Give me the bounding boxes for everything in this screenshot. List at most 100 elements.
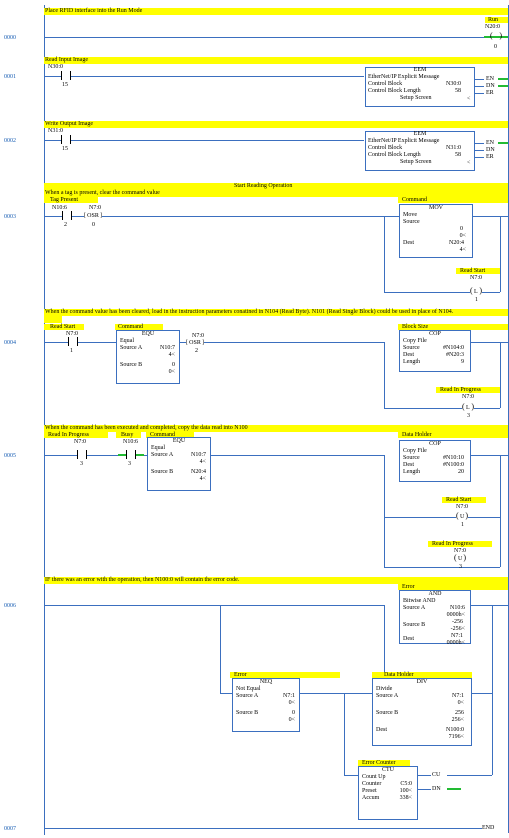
branch-wire: [344, 693, 345, 775]
wire: [384, 408, 500, 409]
eem-cbl-value: 58: [455, 152, 461, 158]
div-title: DIV: [416, 679, 428, 685]
branch-wire: [220, 605, 221, 693]
xic-contact[interactable]: [77, 450, 87, 459]
equ-sb-value: 0: [172, 362, 175, 368]
branch-wire: [492, 605, 493, 775]
contact-bit: 15: [62, 146, 68, 152]
mov-title: MOV: [428, 205, 443, 211]
div-sb-live: 256<: [451, 717, 464, 723]
eem-setup[interactable]: Setup Screen: [400, 159, 432, 165]
wire: [470, 455, 500, 456]
unlatch-coil[interactable]: U: [456, 512, 468, 521]
er-output: ER: [486, 90, 494, 96]
rung-number[interactable]: 0007: [4, 826, 16, 832]
unlatch-coil[interactable]: U: [454, 554, 466, 563]
read-start-label: Read Start: [446, 497, 472, 503]
data-holder-label: Data Holder: [402, 432, 432, 438]
wire: [474, 86, 484, 87]
xic-contact[interactable]: [62, 211, 72, 220]
eem-instruction-block[interactable]: [365, 131, 475, 171]
cop-length-value: 9: [461, 359, 464, 365]
energized-wire: [498, 78, 508, 80]
section-header: Start Reading Operation: [44, 183, 508, 190]
wire: [492, 605, 508, 606]
rung-number[interactable]: 0002: [4, 138, 16, 144]
eem-setup[interactable]: Setup Screen: [400, 95, 432, 101]
mov-name: Move: [403, 212, 417, 218]
ctu-counter-value: C5:0: [400, 781, 412, 787]
latch-coil[interactable]: L: [462, 403, 474, 412]
end-instruction[interactable]: END: [482, 825, 495, 831]
wire: [474, 143, 484, 144]
neq-sb-label: Source B: [236, 710, 259, 716]
eem-cb-value: N30:0: [446, 81, 461, 87]
osr-instruction[interactable]: OSR: [186, 339, 204, 347]
eem-cb-value: N31:0: [446, 145, 461, 151]
xio-contact[interactable]: [126, 450, 136, 459]
rung-number[interactable]: 0006: [4, 603, 16, 609]
wire: [474, 150, 484, 151]
rung-number[interactable]: 0003: [4, 214, 16, 220]
mov-source-value: 0: [460, 226, 463, 232]
div-dest-value: N100:0: [446, 727, 464, 733]
left-power-rail: [44, 5, 45, 835]
cop-name: Copy File: [403, 338, 427, 344]
cop-dest-label: Dest: [403, 462, 414, 468]
neq-sa-value: N7:1: [283, 693, 295, 699]
energized-wire: [498, 85, 508, 87]
xic-contact[interactable]: [61, 71, 71, 80]
energized-wire: [447, 788, 461, 790]
rung-number[interactable]: 0000: [4, 35, 16, 41]
rung-number[interactable]: 0004: [4, 340, 16, 346]
branch-wire: [500, 216, 501, 292]
cop-source-value: #N104:0: [443, 345, 464, 351]
branch-wire: [384, 342, 385, 408]
div-name: Divide: [376, 686, 393, 692]
coil-bit: 3: [467, 413, 470, 419]
osr-bit: 0: [92, 222, 95, 228]
div-dest-live: 7196<: [448, 734, 464, 740]
output-coil[interactable]: [490, 32, 502, 41]
eem-lt: <: [467, 160, 471, 166]
coil-address: N20:0: [485, 24, 500, 30]
and-dest-live: 0000h<: [446, 640, 465, 646]
ctu-title: CTU: [382, 767, 394, 773]
xic-contact[interactable]: [68, 337, 78, 346]
mov-source-live: 0<: [459, 233, 466, 239]
and-sb-live: -256<: [450, 626, 465, 632]
tag-present-label: Tag Present: [50, 197, 79, 203]
branch-wire: [500, 455, 501, 567]
rung-number[interactable]: 0001: [4, 74, 16, 80]
rung-number[interactable]: 0005: [4, 453, 16, 459]
and-sa-label: Source A: [403, 605, 426, 611]
coil-address: N7:0: [456, 504, 468, 510]
cu-output: CU: [432, 772, 441, 778]
wire: [384, 517, 500, 518]
cop-length-label: Length: [403, 469, 420, 475]
equ-title: EQU: [141, 331, 155, 337]
div-sa-label: Source A: [376, 693, 399, 699]
busy-label: Busy: [121, 432, 134, 438]
div-sa-value: N7:1: [452, 693, 464, 699]
branch-wire: [500, 342, 501, 408]
mov-dest-value: N20:4: [449, 240, 464, 246]
latch-coil[interactable]: L: [470, 287, 482, 296]
osr-address: N7:0: [89, 205, 101, 211]
cop-length-label: Length: [403, 359, 420, 365]
eem-instruction-block[interactable]: [365, 67, 475, 107]
en-output: EN: [486, 76, 494, 82]
and-sb-label: Source B: [403, 622, 426, 628]
wire: [447, 775, 492, 776]
equ-name: Equal: [151, 445, 165, 451]
rung-comment: IF there was an error with the operation…: [44, 577, 508, 584]
ctu-accum-label: Accum: [362, 795, 380, 801]
rung-wire: [44, 37, 484, 38]
wire: [500, 216, 508, 217]
xic-contact[interactable]: [61, 135, 71, 144]
wire: [344, 775, 358, 776]
wire: [417, 775, 431, 776]
equ-sb-live: 0<: [168, 369, 175, 375]
eem-name: EtherNet/IP Explicit Message: [368, 74, 440, 80]
osr-instruction[interactable]: OSR: [84, 212, 102, 220]
